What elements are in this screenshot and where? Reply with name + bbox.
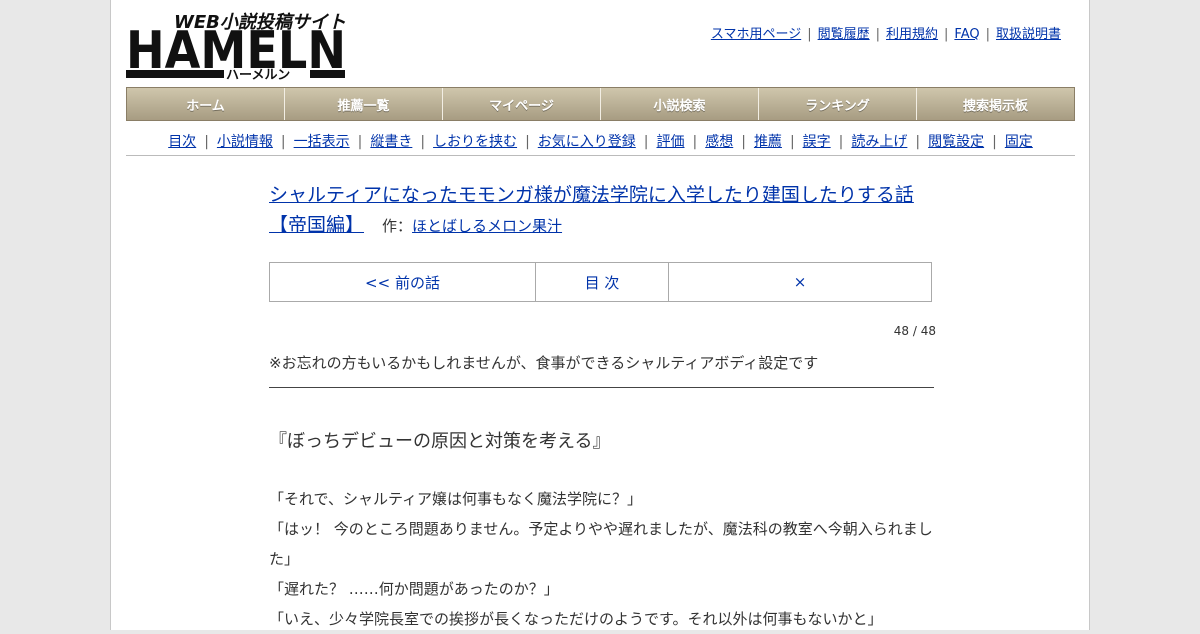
novel-nav-typo[interactable]: 誤字 (803, 134, 831, 150)
author-prefix: 作： (382, 217, 413, 235)
preface-note: ※お忘れの方もいるかもしれませんが、食事ができるシャルティアボディ設定です (269, 352, 934, 388)
novel-nav-toc[interactable]: 目次 (168, 134, 196, 150)
story-nav: << 前の話 目 次 × (269, 262, 932, 302)
site-logo[interactable]: WEB小説投稿サイト HAMELN ハーメルン (126, 8, 356, 83)
nav-mypage[interactable]: マイページ (443, 88, 601, 120)
novel-title-link[interactable]: シャルティアになったモモンガ様が魔法学院に入学したり建国したりする話【帝国編】 (269, 184, 914, 236)
logo-kana: ハーメルン (226, 68, 290, 83)
novel-nav-rating[interactable]: 評価 (657, 134, 685, 150)
main-content: シャルティアになったモモンガ様が魔法学院に入学したり建国したりする話【帝国編】作… (269, 180, 936, 628)
nav-ranking[interactable]: ランキング (759, 88, 917, 120)
novel-nav-info[interactable]: 小説情報 (217, 134, 273, 150)
body-line: 「はッ！ 今のところ問題ありません。予定よりやや遅れましたが、魔法科の教室へ今朝… (269, 520, 933, 568)
header-link-faq[interactable]: FAQ (954, 27, 979, 42)
novel-nav: 目次 | 小説情報 | 一括表示 | 縦書き | しおりを挟む | お気に入り登録 | 評価 | 感想 | 推薦… (126, 128, 1075, 156)
novel-nav-comments[interactable]: 感想 (705, 134, 733, 150)
novel-nav-recommend[interactable]: 推薦 (754, 134, 782, 150)
global-nav: ホーム 推薦一覧 マイページ 小説検索 ランキング 捜索掲示板 (126, 87, 1075, 121)
author-link[interactable]: ほとばしるメロン果汁 (412, 217, 562, 235)
body-line: 「それで、シャルティア嬢は何事もなく魔法学院に？」 (269, 490, 643, 508)
chapter-body: 「それで、シャルティア嬢は何事もなく魔法学院に？」 「はッ！ 今のところ問題あり… (269, 484, 934, 634)
prev-story-link[interactable]: << 前の話 (270, 263, 536, 301)
chapter-title: 『ぼっちデビューの原因と対策を考える』 (269, 431, 611, 452)
novel-nav-show-all[interactable]: 一括表示 (294, 134, 350, 150)
header-link-manual[interactable]: 取扱説明書 (996, 27, 1061, 42)
nav-novel-search[interactable]: 小説検索 (601, 88, 759, 120)
novel-nav-vertical[interactable]: 縦書き (370, 134, 412, 150)
header-link-smartphone[interactable]: スマホ用ページ (711, 27, 801, 42)
novel-nav-view-settings[interactable]: 閲覧設定 (928, 134, 984, 150)
page-count: 48 / 48 (893, 324, 936, 338)
page-container: WEB小説投稿サイト HAMELN ハーメルン スマホ用ページ | 閲覧履歴 | 利用規… (110, 0, 1090, 630)
header-links: スマホ用ページ | 閲覧履歴 | 利用規約 | FAQ | 取扱説明書 (710, 27, 1061, 42)
header-link-terms[interactable]: 利用規約 (886, 27, 938, 42)
novel-nav-favorite[interactable]: お気に入り登録 (538, 134, 636, 150)
header-link-history[interactable]: 閲覧履歴 (818, 27, 870, 42)
next-story-disabled: × (793, 273, 807, 291)
nav-recommendations[interactable]: 推薦一覧 (285, 88, 443, 120)
novel-nav-pin[interactable]: 固定 (1005, 134, 1033, 150)
nav-home[interactable]: ホーム (127, 88, 285, 120)
novel-nav-read-aloud[interactable]: 読み上げ (851, 134, 907, 150)
body-line: 「遅れた？ ……何か問題があったのか？」 (269, 580, 559, 598)
toc-link[interactable]: 目 次 (536, 263, 669, 301)
novel-nav-bookmark[interactable]: しおりを挟む (433, 134, 517, 150)
author-line: 作：ほとばしるメロン果汁 (382, 217, 562, 235)
nav-search-board[interactable]: 捜索掲示板 (917, 88, 1074, 120)
novel-title-heading: シャルティアになったモモンガ様が魔法学院に入学したり建国したりする話【帝国編】作… (269, 180, 934, 241)
